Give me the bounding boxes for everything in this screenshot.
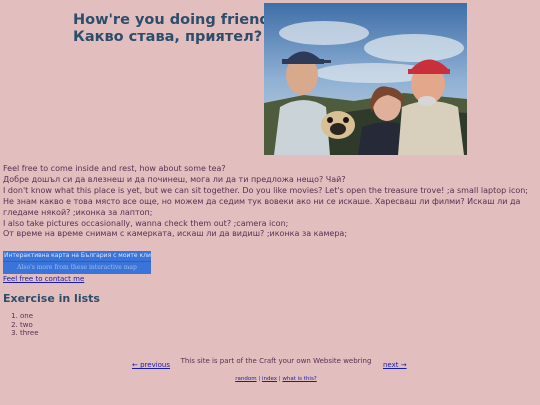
intro-line: I don't know what this place is yet, but… [3, 185, 528, 195]
intro-line: I also take pictures occasionally, wanna… [3, 218, 289, 228]
intro-line: Feel free to come inside and rest, how a… [3, 164, 226, 173]
webring-info: This site is part of the Craft your own … [176, 357, 376, 384]
interactive-map-widget[interactable]: Интерактивна карта на България с моите к… [3, 251, 151, 274]
title-english: How're you doing friend? [73, 12, 279, 28]
webring-next-link[interactable]: next → [383, 361, 407, 369]
exercise-heading: Exercise in lists [3, 292, 100, 305]
webring-what-link[interactable]: what is this? [282, 376, 316, 382]
webring-text: This site is part of the Craft your own … [180, 357, 372, 365]
intro-line: Добре дошъл си да влезнеш и да починеш, … [3, 174, 346, 184]
map-widget-link[interactable]: Also's more from these interactive map [3, 262, 151, 273]
webring-index-link[interactable]: index [262, 376, 277, 382]
webring-previous-link[interactable]: ← previous [132, 361, 170, 369]
map-widget-title: Интерактивна карта на България с моите к… [3, 251, 151, 262]
webring-links: random | index | what is this? [235, 376, 317, 382]
list-item: two [20, 321, 39, 330]
page-header: How're you doing friend? Какво става, пр… [73, 12, 278, 46]
title-bulgarian: Какво става, приятел? [73, 29, 263, 45]
list-item: three [20, 329, 39, 338]
exercise-list: one two three [10, 312, 39, 338]
intro-line: Не знам какво е това място все още, но м… [3, 196, 521, 217]
family-photo [264, 3, 467, 155]
intro-text: Feel free to come inside and rest, how a… [3, 164, 537, 240]
list-item: one [20, 312, 39, 321]
contact-link[interactable]: Feel free to contact me [3, 275, 84, 283]
webring-random-link[interactable]: random [235, 376, 256, 382]
intro-line: От време на време снимам с камерката, ис… [3, 229, 348, 239]
